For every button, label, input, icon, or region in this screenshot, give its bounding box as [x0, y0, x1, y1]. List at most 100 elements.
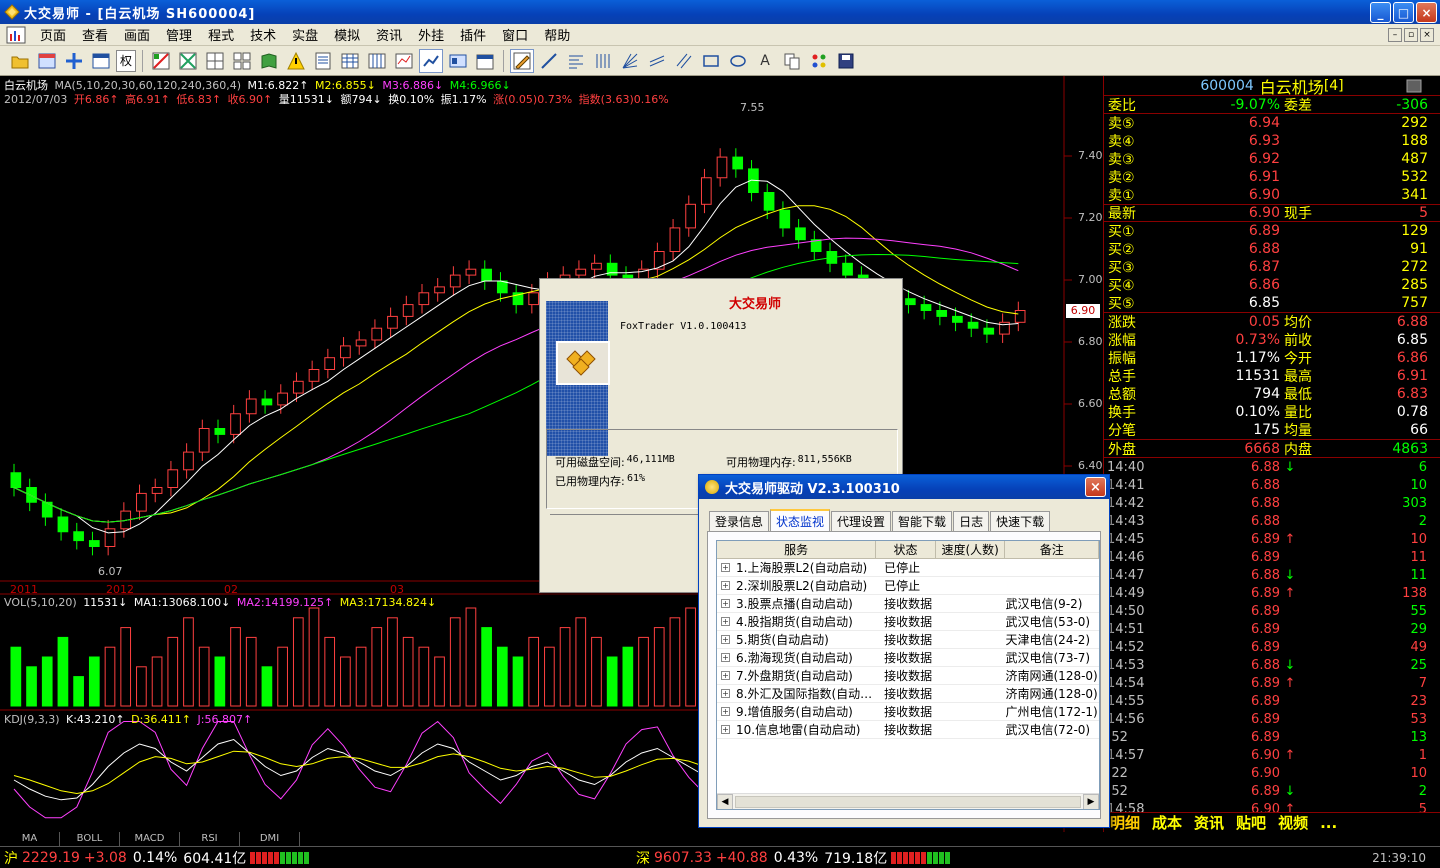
- book-icon[interactable]: [257, 49, 281, 73]
- col-service[interactable]: 服务: [717, 541, 877, 558]
- col-status[interactable]: 状态: [876, 541, 936, 558]
- tab-ma[interactable]: MA: [0, 832, 60, 846]
- minimize-button[interactable]: _: [1370, 2, 1391, 23]
- service-row[interactable]: +6.渤海现货(自动启动) 接收数据 武汉电信(73-7): [717, 649, 1099, 667]
- line-tool-icon[interactable]: [537, 49, 561, 73]
- bid-row[interactable]: 买⑤ 6.85 757: [1104, 294, 1440, 312]
- mdi-restore-button[interactable]: ▫: [1404, 28, 1418, 42]
- service-row[interactable]: +7.外盘期货(自动启动) 接收数据 济南网通(128-0): [717, 667, 1099, 685]
- menu-plugins[interactable]: 插件: [452, 25, 494, 44]
- service-row[interactable]: +3.股票点播(自动启动) 接收数据 武汉电信(9-2): [717, 595, 1099, 613]
- report-icon[interactable]: [311, 49, 335, 73]
- red-chart-icon[interactable]: [149, 49, 173, 73]
- rect-tool-icon[interactable]: [699, 49, 723, 73]
- menu-page[interactable]: 页面: [32, 25, 74, 44]
- ellipse-tool-icon[interactable]: [726, 49, 750, 73]
- menu-simulation[interactable]: 模拟: [326, 25, 368, 44]
- bid-row[interactable]: 买④ 6.86 285: [1104, 276, 1440, 294]
- expand-icon[interactable]: +: [721, 707, 730, 716]
- tab-status-monitor[interactable]: 状态监视: [770, 509, 831, 531]
- menu-manage[interactable]: 管理: [158, 25, 200, 44]
- tab-macd[interactable]: MACD: [120, 832, 180, 846]
- service-list[interactable]: 服务 状态 速度(人数) 备注 +1.上海股票L2(自动启动) 已停止 +2.深圳股…: [716, 540, 1100, 810]
- pattern-chart-icon[interactable]: [176, 49, 200, 73]
- menu-view[interactable]: 查看: [74, 25, 116, 44]
- expand-icon[interactable]: +: [721, 671, 730, 680]
- expand-icon[interactable]: +: [721, 653, 730, 662]
- line-chart-icon[interactable]: [419, 48, 444, 73]
- tab-cost[interactable]: 成本: [1146, 812, 1188, 833]
- sz-index-segment[interactable]: 深 9607.33 +40.88 0.43% 719.18亿: [632, 848, 1272, 868]
- tab-forum[interactable]: 贴吧: [1230, 812, 1272, 833]
- close-button[interactable]: ×: [1416, 2, 1437, 23]
- bid-row[interactable]: 买③ 6.87 272: [1104, 258, 1440, 276]
- menu-live-trading[interactable]: 实盘: [284, 25, 326, 44]
- panel-switch-icon[interactable]: [1406, 79, 1422, 93]
- window-split-icon[interactable]: [89, 49, 113, 73]
- menu-screen[interactable]: 画面: [116, 25, 158, 44]
- calendar-icon[interactable]: [473, 49, 497, 73]
- driver-close-button[interactable]: ×: [1085, 477, 1106, 497]
- open-folder-icon[interactable]: [8, 49, 32, 73]
- scroll-right-icon[interactable]: ▶: [1083, 793, 1099, 809]
- tab-dmi[interactable]: DMI: [240, 832, 300, 846]
- draw-pen-icon[interactable]: [510, 48, 535, 73]
- ask-row[interactable]: 卖③ 6.92 487: [1104, 150, 1440, 168]
- scroll-left-icon[interactable]: ◀: [717, 793, 733, 809]
- tab-login-info[interactable]: 登录信息: [709, 511, 770, 531]
- parallel-tool-icon[interactable]: [672, 49, 696, 73]
- expand-icon[interactable]: +: [721, 599, 730, 608]
- ask-row[interactable]: 卖⑤ 6.94 292: [1104, 114, 1440, 132]
- layout-icon[interactable]: [35, 49, 59, 73]
- service-row[interactable]: +1.上海股票L2(自动启动) 已停止: [717, 559, 1099, 577]
- service-row[interactable]: +4.股指期货(自动启动) 接收数据 武汉电信(53-0): [717, 613, 1099, 631]
- table-icon[interactable]: [338, 49, 362, 73]
- expand-icon[interactable]: +: [721, 635, 730, 644]
- expand-icon[interactable]: +: [721, 563, 730, 572]
- grid-icon[interactable]: [203, 49, 227, 73]
- expand-icon[interactable]: +: [721, 725, 730, 734]
- save-icon[interactable]: [834, 49, 858, 73]
- columns-icon[interactable]: [365, 49, 389, 73]
- tab-log[interactable]: 日志: [953, 511, 990, 531]
- ticker-icon[interactable]: [392, 49, 416, 73]
- service-row[interactable]: +2.深圳股票L2(自动启动) 已停止: [717, 577, 1099, 595]
- text-tool-icon[interactable]: A: [753, 49, 777, 73]
- bid-row[interactable]: 买② 6.88 91: [1104, 240, 1440, 258]
- rights-adjust-dropdown[interactable]: 权: [116, 49, 137, 72]
- ask-row[interactable]: 卖④ 6.93 188: [1104, 132, 1440, 150]
- menu-help[interactable]: 帮助: [536, 25, 578, 44]
- mdi-minimize-button[interactable]: –: [1388, 28, 1402, 42]
- service-row[interactable]: +8.外汇及国际指数(自动… 接收数据 济南网通(128-0): [717, 685, 1099, 703]
- tab-rsi[interactable]: RSI: [180, 832, 240, 846]
- sh-index-segment[interactable]: 沪 2229.19 +3.08 0.14% 604.41亿: [0, 848, 632, 868]
- tab-news[interactable]: 资讯: [1188, 812, 1230, 833]
- expand-icon[interactable]: +: [721, 617, 730, 626]
- menu-addons[interactable]: 外挂: [410, 25, 452, 44]
- tab-detail[interactable]: 明细: [1104, 812, 1146, 833]
- tab-quick-download[interactable]: 快速下载: [990, 511, 1051, 531]
- service-row[interactable]: +9.增值服务(自动启动) 接收数据 广州电信(172-1): [717, 703, 1099, 721]
- fan-tool-icon[interactable]: [618, 49, 642, 73]
- maximize-button[interactable]: □: [1393, 2, 1414, 23]
- bid-row[interactable]: 买① 6.89 129: [1104, 222, 1440, 240]
- ask-row[interactable]: 卖① 6.90 341: [1104, 186, 1440, 204]
- vlines-tool-icon[interactable]: [591, 49, 615, 73]
- multi-window-icon[interactable]: [230, 49, 254, 73]
- expand-icon[interactable]: +: [721, 581, 730, 590]
- compare-icon[interactable]: [446, 49, 470, 73]
- col-speed[interactable]: 速度(人数): [936, 541, 1006, 558]
- tab-video[interactable]: 视频: [1272, 812, 1314, 833]
- palette-icon[interactable]: [807, 49, 831, 73]
- tab-boll[interactable]: BOLL: [60, 832, 120, 846]
- driver-dialog[interactable]: 大交易师驱动 V2.3.100310 × 登录信息 状态监视 代理设置 智能下载…: [698, 474, 1110, 828]
- horizontal-scrollbar[interactable]: ◀ ▶: [717, 793, 1099, 809]
- tab-proxy-settings[interactable]: 代理设置: [831, 511, 892, 531]
- service-row[interactable]: +5.期货(自动启动) 接收数据 天津电信(24-2): [717, 631, 1099, 649]
- hlines-tool-icon[interactable]: [564, 49, 588, 73]
- alert-icon[interactable]: [284, 49, 308, 73]
- mdi-close-button[interactable]: ×: [1420, 28, 1434, 42]
- menu-program[interactable]: 程式: [200, 25, 242, 44]
- col-note[interactable]: 备注: [1005, 541, 1099, 558]
- menu-window[interactable]: 窗口: [494, 25, 536, 44]
